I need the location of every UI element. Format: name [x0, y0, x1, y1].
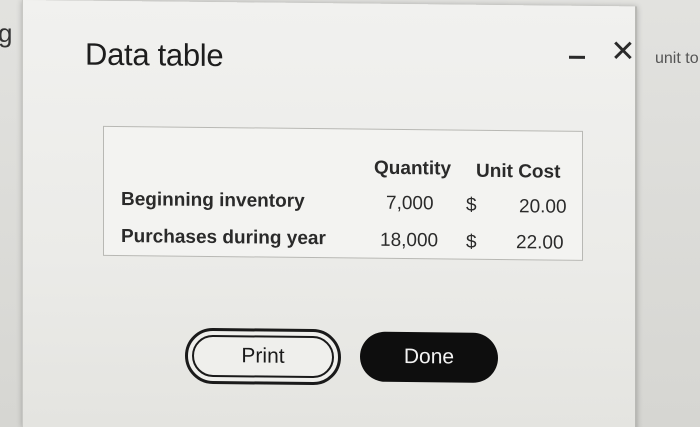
print-button-label: Print: [241, 344, 285, 368]
cell-unit-cost: 20.00: [519, 196, 567, 218]
close-button[interactable]: ✕: [609, 35, 637, 69]
row-label-purchases-during-year: Purchases during year: [121, 226, 326, 250]
data-table: Quantity Unit Cost Beginning inventory 7…: [103, 125, 583, 261]
close-icon: ✕: [610, 35, 636, 69]
background-text-fragment: g: [0, 18, 13, 48]
column-header-unit-cost: Unit Cost: [476, 160, 561, 183]
minimize-button[interactable]: [563, 38, 591, 66]
cell-currency: $: [466, 194, 477, 216]
minimize-icon: [569, 55, 585, 59]
dialog-title: Data table: [85, 36, 224, 74]
done-button-label: Done: [403, 344, 455, 369]
print-button[interactable]: Print: [185, 327, 341, 386]
row-label-beginning-inventory: Beginning inventory: [121, 189, 305, 212]
column-header-quantity: Quantity: [374, 157, 452, 180]
data-table-dialog: Data table ✕ Quantity Unit Cost Beginnin…: [22, 0, 637, 427]
cell-quantity: 7,000: [386, 192, 434, 215]
done-button[interactable]: Done: [360, 331, 498, 383]
cell-unit-cost: 22.00: [516, 232, 564, 254]
cell-quantity: 18,000: [380, 229, 439, 252]
background-text-fragment: unit to: [655, 50, 699, 67]
cell-currency: $: [466, 231, 477, 253]
